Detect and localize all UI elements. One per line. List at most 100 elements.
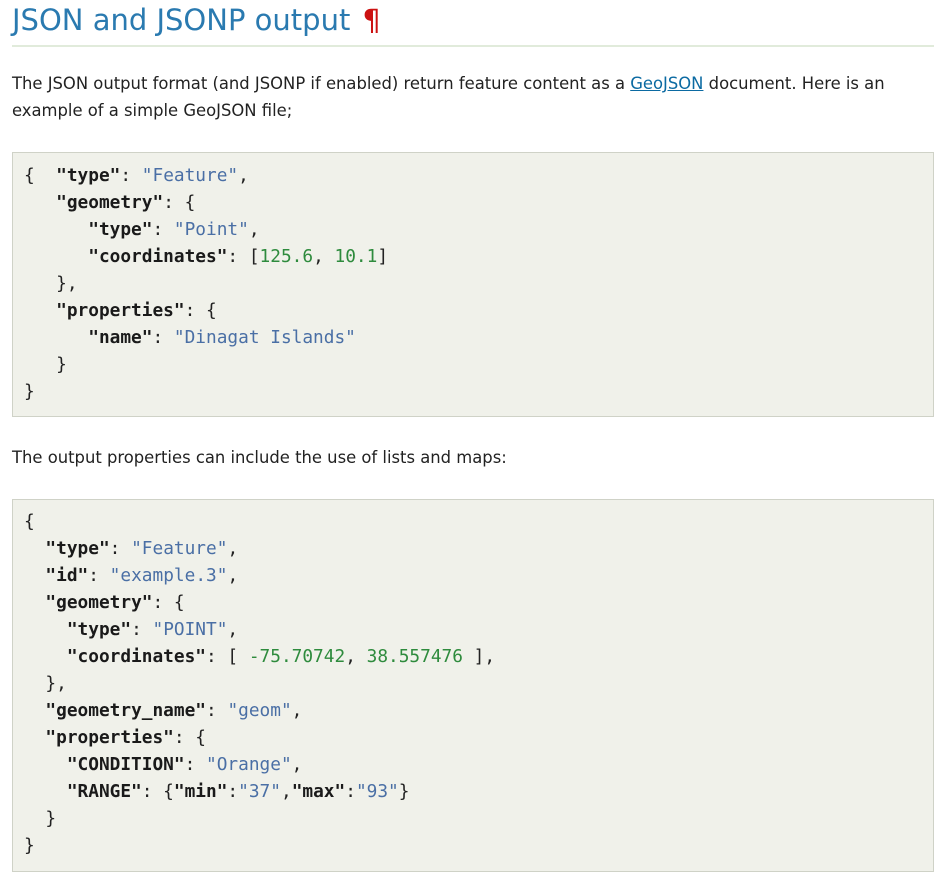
- json-punct: ,: [248, 219, 260, 240]
- json-punct: ]: [377, 246, 389, 267]
- json-punct: : {: [184, 300, 217, 321]
- json-punct: [24, 538, 45, 559]
- json-punct: : {: [141, 781, 174, 802]
- json-punct: :: [184, 754, 207, 775]
- section-heading: JSON and JSONP output ¶: [12, 0, 934, 47]
- json-key: "max": [291, 781, 346, 802]
- json-punct: }: [24, 808, 57, 829]
- json-punct: [24, 219, 88, 240]
- code-line: }: [24, 835, 35, 856]
- json-key: "id": [45, 565, 89, 586]
- json-key: "properties": [56, 300, 185, 321]
- json-key: "name": [88, 327, 153, 348]
- json-punct: {: [24, 511, 35, 532]
- code-line: "type": "Point",: [24, 219, 260, 240]
- json-string: "example.3": [109, 565, 228, 586]
- code-line: }: [24, 808, 56, 829]
- json-key: "geometry": [45, 592, 153, 613]
- docs-page: JSON and JSONP output ¶ The JSON output f…: [0, 0, 940, 879]
- json-key: "geometry_name": [45, 700, 207, 721]
- json-punct: }: [398, 781, 410, 802]
- code-line: },: [24, 273, 78, 294]
- json-string: "Dinagat Islands": [173, 327, 356, 348]
- code-line: "geometry_name": "geom",: [24, 700, 302, 721]
- json-punct: },: [24, 273, 78, 294]
- code-line: "coordinates": [ -75.70742, 38.557476 ],: [24, 646, 495, 667]
- json-punct: ,: [280, 781, 292, 802]
- json-punct: ,: [313, 246, 335, 267]
- json-string: "93": [355, 781, 399, 802]
- json-number: -75.70742: [248, 646, 346, 667]
- json-punct: [24, 646, 67, 667]
- json-key: "type": [88, 219, 153, 240]
- json-punct: },: [24, 673, 67, 694]
- json-number: 38.557476: [366, 646, 463, 667]
- json-punct: : {: [152, 592, 185, 613]
- section-title: JSON and JSONP output: [12, 3, 351, 37]
- json-punct: [24, 781, 67, 802]
- json-punct: [24, 619, 67, 640]
- json-punct: [24, 727, 45, 748]
- json-punct: ,: [227, 565, 239, 586]
- json-punct: :: [152, 327, 174, 348]
- json-punct: }: [24, 354, 67, 375]
- json-punct: :: [152, 219, 174, 240]
- code-line: "CONDITION": "Orange",: [24, 754, 303, 775]
- json-key: "RANGE": [66, 781, 142, 802]
- json-string: "Orange": [206, 754, 292, 775]
- json-punct: :: [227, 781, 239, 802]
- code-line: "geometry": {: [24, 192, 195, 213]
- json-string: "Point": [173, 219, 249, 240]
- code-line: "type": "Feature",: [24, 538, 238, 559]
- code-line: },: [24, 673, 67, 694]
- json-punct: ,: [291, 700, 303, 721]
- geojson-link[interactable]: GeoJSON: [630, 74, 703, 93]
- json-punct: [24, 592, 45, 613]
- json-punct: ,: [291, 754, 303, 775]
- json-punct: :: [206, 700, 228, 721]
- json-number: 125.6: [259, 246, 314, 267]
- code-line: "id": "example.3",: [24, 565, 238, 586]
- code-block-lists-maps: { "type": "Feature", "id": "example.3", …: [12, 499, 934, 872]
- json-key: "geometry": [56, 192, 164, 213]
- json-punct: [24, 565, 45, 586]
- json-punct: }: [24, 381, 35, 402]
- json-punct: {: [24, 165, 57, 186]
- json-punct: ,: [238, 165, 249, 186]
- json-key: "type": [45, 538, 110, 559]
- json-punct: [24, 246, 88, 267]
- lists-maps-paragraph: The output properties can include the us…: [12, 448, 507, 467]
- json-key: "coordinates": [88, 246, 228, 267]
- json-string: "Feature": [131, 538, 228, 559]
- json-key: "CONDITION": [66, 754, 185, 775]
- json-punct: : [: [206, 646, 249, 667]
- json-key: "min": [173, 781, 228, 802]
- json-punct: :: [88, 565, 110, 586]
- json-string: "37": [238, 781, 281, 802]
- json-punct: :: [120, 165, 142, 186]
- json-punct: :: [131, 619, 153, 640]
- json-punct: ,: [227, 538, 239, 559]
- json-key: "properties": [45, 727, 174, 748]
- code-line: "RANGE": {"min":"37","max":"93"}: [24, 781, 410, 802]
- json-punct: [24, 300, 56, 321]
- json-string: "Feature": [141, 165, 239, 186]
- code-line: "properties": {: [24, 300, 217, 321]
- permalink-anchor[interactable]: ¶: [362, 3, 380, 37]
- intro-text-before: The JSON output format (and JSONP if ena…: [12, 74, 631, 93]
- code-line: "name": "Dinagat Islands": [24, 327, 356, 348]
- json-number: 10.1: [334, 246, 378, 267]
- code-line: }: [24, 354, 67, 375]
- code-line: { "type": "Feature",: [24, 165, 249, 186]
- json-punct: : [: [227, 246, 260, 267]
- json-punct: : {: [173, 727, 207, 748]
- json-punct: ,: [227, 619, 239, 640]
- code-line: "geometry": {: [24, 592, 185, 613]
- intro-paragraph: The JSON output format (and JSONP if ena…: [12, 70, 936, 124]
- code-block-simple-geojson: { "type": "Feature", "geometry": { "type…: [12, 152, 934, 417]
- json-punct: [24, 327, 88, 348]
- json-punct: : {: [163, 192, 196, 213]
- code-line: "coordinates": [125.6, 10.1]: [24, 246, 388, 267]
- code-line: "type": "POINT",: [24, 619, 238, 640]
- json-punct: ],: [462, 646, 496, 667]
